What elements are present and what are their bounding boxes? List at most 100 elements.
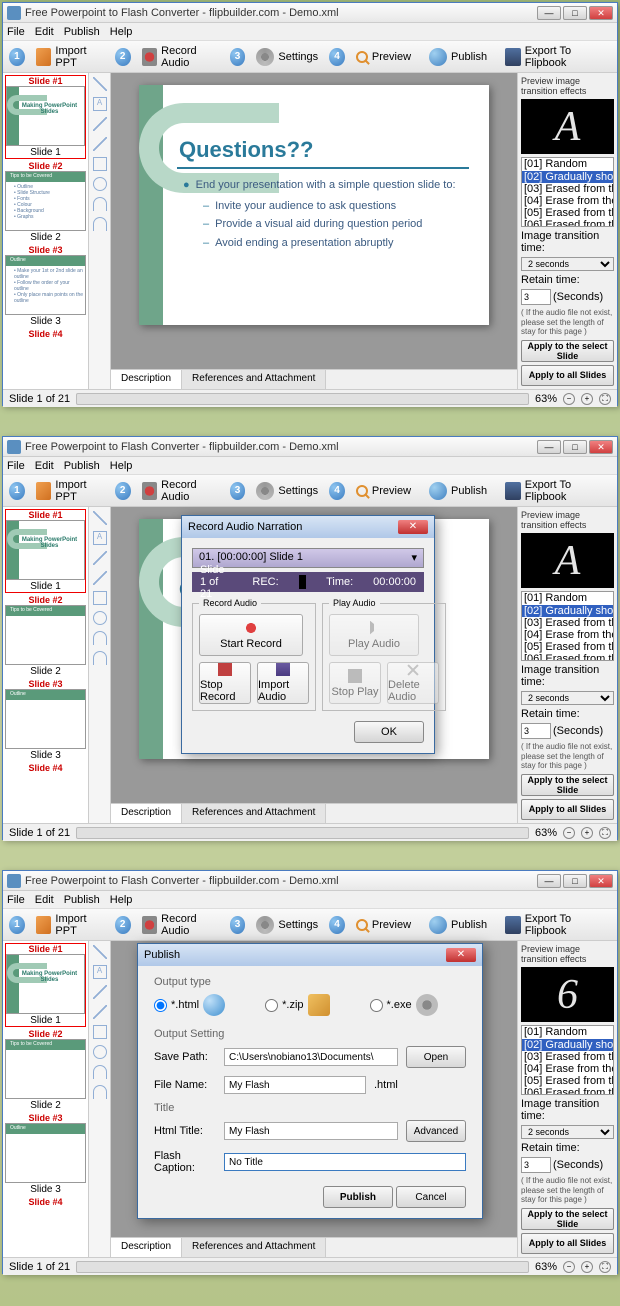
maximize-button[interactable]: □ <box>563 440 587 454</box>
thumb-slide-4[interactable]: Slide #4 <box>5 1197 86 1207</box>
import-audio-button[interactable]: Import Audio <box>257 662 309 704</box>
preview-button[interactable]: Preview <box>349 916 418 934</box>
arrow-tool[interactable] <box>93 137 107 151</box>
export-flipbook-button[interactable]: Export To Flipbook <box>498 910 611 940</box>
close-button[interactable]: ✕ <box>589 440 613 454</box>
advanced-button[interactable]: Advanced <box>406 1120 466 1142</box>
save-path-input[interactable] <box>224 1048 398 1066</box>
tab-description[interactable]: Description <box>111 370 182 389</box>
retain-time-input[interactable] <box>521 1157 551 1173</box>
zoom-out-button[interactable]: − <box>563 827 575 839</box>
preview-button[interactable]: Preview <box>349 48 418 66</box>
publish-dialog: Publish✕ Output type *.html *.zip *.exe … <box>137 943 483 1219</box>
cancel-button[interactable]: Cancel <box>396 1186 466 1208</box>
html-title-input[interactable] <box>224 1122 398 1140</box>
play-audio-button[interactable]: Play Audio <box>329 614 419 656</box>
file-name-input[interactable] <box>224 1076 366 1094</box>
stop-record-button[interactable]: Stop Record <box>199 662 251 704</box>
transition-header: Preview image transition effects <box>521 76 614 96</box>
start-record-button[interactable]: Start Record <box>199 614 303 656</box>
stop-play-button[interactable]: Stop Play <box>329 662 381 704</box>
settings-button[interactable]: Settings <box>249 45 325 69</box>
export-flipbook-button[interactable]: Export To Flipbook <box>498 42 611 72</box>
menu-publish[interactable]: Publish <box>64 23 100 40</box>
preview-button[interactable]: Preview <box>349 482 418 500</box>
ok-button[interactable]: OK <box>354 721 424 743</box>
tab-references[interactable]: References and Attachment <box>182 370 326 389</box>
dialog-close-button[interactable]: ✕ <box>446 948 476 962</box>
minimize-button[interactable]: — <box>537 6 561 20</box>
zoom-out-button[interactable]: − <box>563 1261 575 1273</box>
thumb-slide-1[interactable]: Slide #1Making PowerPoint SlidesSlide 1 <box>5 943 86 1027</box>
pointer-tool[interactable] <box>93 77 107 91</box>
zoom-fit-button[interactable]: ⛶ <box>599 827 611 839</box>
zoom-out-button[interactable]: − <box>563 393 575 405</box>
thumb-slide-3[interactable]: Slide #3OutlineSlide 3 <box>5 679 86 761</box>
rect-tool[interactable] <box>93 157 107 171</box>
publish-button[interactable]: Publish <box>422 479 494 503</box>
open-path-button[interactable]: Open <box>406 1046 466 1068</box>
export-flipbook-button[interactable]: Export To Flipbook <box>498 476 611 506</box>
delete-audio-button[interactable]: Delete Audio <box>387 662 439 704</box>
thumb-slide-2[interactable]: Slide #2Tips to be CoveredSlide 2 <box>5 595 86 677</box>
minimize-button[interactable]: — <box>537 874 561 888</box>
settings-button[interactable]: Settings <box>249 913 325 937</box>
minimize-button[interactable]: — <box>537 440 561 454</box>
thumb-slide-1[interactable]: Slide #1Making PowerPoint SlidesSlide 1 <box>5 509 86 593</box>
record-audio-button[interactable]: Record Audio <box>135 910 226 940</box>
menu-file[interactable]: File <box>7 23 25 40</box>
menu-edit[interactable]: Edit <box>35 23 54 40</box>
apply-all-button[interactable]: Apply to all Slides <box>521 799 614 820</box>
zoom-in-button[interactable]: + <box>581 827 593 839</box>
redo-tool[interactable] <box>93 217 107 231</box>
thumb-slide-3[interactable]: Slide #3OutlineSlide 3 <box>5 1113 86 1195</box>
transition-list[interactable]: [01] Random [02] Gradually show [03] Era… <box>521 157 614 227</box>
transition-time-select[interactable]: 2 seconds <box>521 691 614 705</box>
import-ppt-button[interactable]: Import PPT <box>29 476 111 506</box>
zoom-fit-button[interactable]: ⛶ <box>599 393 611 405</box>
flash-caption-input[interactable] <box>224 1153 466 1171</box>
retain-time-input[interactable] <box>521 289 551 305</box>
maximize-button[interactable]: □ <box>563 6 587 20</box>
h-scrollbar[interactable] <box>76 393 529 405</box>
h-scrollbar[interactable] <box>76 1261 529 1273</box>
record-audio-button[interactable]: Record Audio <box>135 42 226 72</box>
transition-time-select[interactable]: 2 seconds <box>521 1125 614 1139</box>
zoom-in-button[interactable]: + <box>581 1261 593 1273</box>
ellipse-tool[interactable] <box>93 177 107 191</box>
record-audio-button[interactable]: Record Audio <box>135 476 226 506</box>
thumb-slide-1[interactable]: Slide #1 Making PowerPoint Slides Slide … <box>5 75 86 159</box>
apply-selected-button[interactable]: Apply to the select Slide <box>521 340 614 362</box>
output-zip-radio[interactable] <box>265 999 278 1012</box>
text-tool[interactable]: A <box>93 97 107 111</box>
undo-tool[interactable] <box>93 197 107 211</box>
publish-button[interactable]: Publish <box>422 913 494 937</box>
thumb-slide-3[interactable]: Slide #3 Outline• Make your 1st or 2nd s… <box>5 245 86 327</box>
thumb-slide-2[interactable]: Slide #2 Tips to be Covered• Outline• Sl… <box>5 161 86 243</box>
close-button[interactable]: ✕ <box>589 6 613 20</box>
thumb-slide-4[interactable]: Slide #4 <box>5 763 86 773</box>
h-scrollbar[interactable] <box>76 827 529 839</box>
retain-time-input[interactable] <box>521 723 551 739</box>
output-exe-radio[interactable] <box>370 999 383 1012</box>
line-tool[interactable] <box>93 117 107 131</box>
apply-all-button[interactable]: Apply to all Slides <box>521 1233 614 1254</box>
zoom-in-button[interactable]: + <box>581 393 593 405</box>
import-ppt-button[interactable]: Import PPT <box>29 910 111 940</box>
publish-confirm-button[interactable]: Publish <box>323 1186 393 1208</box>
menu-help[interactable]: Help <box>110 23 133 40</box>
import-ppt-button[interactable]: Import PPT <box>29 42 111 72</box>
close-button[interactable]: ✕ <box>589 874 613 888</box>
apply-selected-button[interactable]: Apply to the select Slide <box>521 1208 614 1230</box>
settings-button[interactable]: Settings <box>249 479 325 503</box>
transition-time-select[interactable]: 2 seconds <box>521 257 614 271</box>
zoom-fit-button[interactable]: ⛶ <box>599 1261 611 1273</box>
publish-button[interactable]: Publish <box>422 45 494 69</box>
output-html-radio[interactable] <box>154 999 167 1012</box>
apply-selected-button[interactable]: Apply to the select Slide <box>521 774 614 796</box>
apply-all-button[interactable]: Apply to all Slides <box>521 365 614 386</box>
thumb-slide-2[interactable]: Slide #2Tips to be CoveredSlide 2 <box>5 1029 86 1111</box>
maximize-button[interactable]: □ <box>563 874 587 888</box>
thumb-slide-4[interactable]: Slide #4 <box>5 329 86 339</box>
dialog-close-button[interactable]: ✕ <box>398 520 428 534</box>
